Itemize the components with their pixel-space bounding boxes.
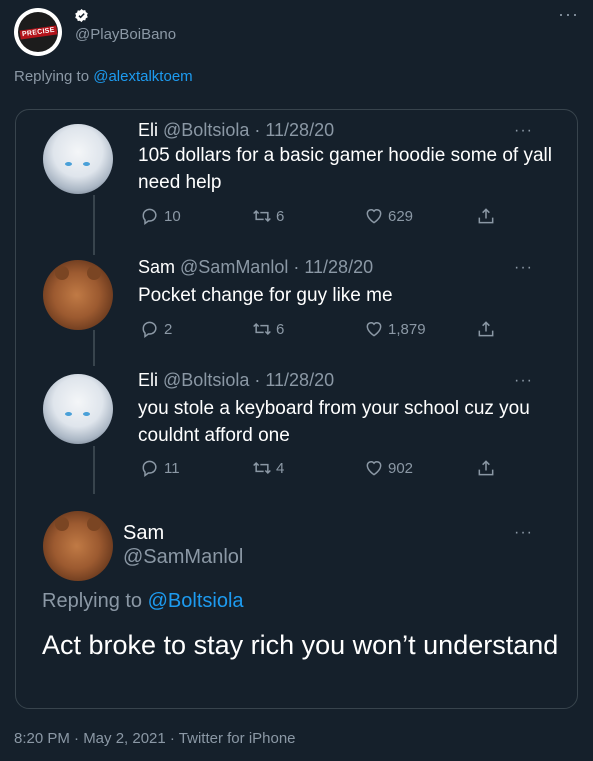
thread-connector bbox=[93, 195, 95, 255]
share-icon bbox=[478, 208, 494, 224]
share-button[interactable] bbox=[476, 458, 496, 478]
main-tweet-text: Act broke to stay rich you won’t underst… bbox=[42, 630, 559, 660]
share-icon bbox=[478, 321, 494, 337]
reply-button[interactable]: 2 bbox=[140, 319, 172, 339]
heart-icon bbox=[366, 209, 382, 224]
replying-to-link[interactable]: @alextalktoem bbox=[93, 68, 192, 85]
share-icon bbox=[478, 460, 494, 476]
display-name[interactable]: Eli bbox=[138, 120, 158, 140]
retweet-count: 6 bbox=[276, 320, 285, 338]
retweet-count: 4 bbox=[276, 459, 285, 477]
tweet-meta: Sam @SamManlol · 11/28/20 bbox=[138, 257, 373, 278]
more-options-icon[interactable]: ··· bbox=[514, 524, 533, 542]
reply-button[interactable]: 10 bbox=[140, 206, 181, 226]
tweet-text: 105 dollars for a basic gamer hoodie som… bbox=[138, 145, 553, 193]
retweet-icon bbox=[253, 322, 271, 336]
display-name[interactable]: Sam bbox=[138, 257, 175, 277]
tweet-meta: Eli @Boltsiola · 11/28/20 bbox=[138, 120, 334, 141]
handle[interactable]: @SamManlol bbox=[180, 257, 288, 277]
more-options-icon[interactable]: ··· bbox=[514, 122, 533, 140]
verified-badge-icon bbox=[75, 8, 88, 23]
reply-icon bbox=[142, 208, 157, 225]
replying-to-line: Replying to @alextalktoem bbox=[14, 68, 193, 85]
reply-count: 10 bbox=[164, 207, 181, 225]
profile-avatar[interactable]: PRECISE bbox=[14, 8, 62, 56]
avatar[interactable] bbox=[43, 374, 113, 444]
retweet-button[interactable]: 4 bbox=[252, 458, 284, 478]
avatar[interactable] bbox=[43, 260, 113, 330]
more-options-icon[interactable]: ··· bbox=[514, 372, 533, 390]
thread-connector bbox=[93, 446, 95, 494]
timestamp[interactable]: · 11/28/20 bbox=[254, 120, 334, 140]
replying-to-line: Replying to @Boltsiola bbox=[42, 590, 244, 613]
thread-connector bbox=[93, 330, 95, 366]
like-count: 902 bbox=[388, 459, 414, 477]
tweet-actions: 2 6 1,879 bbox=[140, 319, 500, 343]
replying-to-link[interactable]: @Boltsiola bbox=[148, 590, 244, 612]
retweet-button[interactable]: 6 bbox=[252, 206, 284, 226]
tweet-meta: Eli @Boltsiola · 11/28/20 bbox=[138, 370, 334, 391]
tweet-actions: 10 6 629 bbox=[140, 206, 500, 230]
author-handle[interactable]: @PlayBoiBano bbox=[75, 26, 176, 43]
like-button[interactable]: 902 bbox=[364, 458, 413, 478]
retweet-button[interactable]: 6 bbox=[252, 319, 284, 339]
more-options-icon[interactable]: ··· bbox=[558, 4, 579, 25]
logo-text: PRECISE bbox=[19, 24, 57, 40]
tweet-actions: 11 4 902 bbox=[140, 458, 500, 482]
reply-count: 11 bbox=[164, 459, 180, 477]
retweet-icon bbox=[253, 461, 271, 475]
display-name[interactable]: Sam bbox=[123, 522, 164, 545]
replying-prefix: Replying to bbox=[14, 68, 94, 85]
like-count: 629 bbox=[388, 207, 414, 225]
share-button[interactable] bbox=[476, 319, 496, 339]
like-button[interactable]: 629 bbox=[364, 206, 413, 226]
heart-icon bbox=[366, 461, 382, 476]
precise-logo: PRECISE bbox=[18, 12, 58, 52]
like-count: 1,879 bbox=[388, 320, 426, 338]
handle[interactable]: @Boltsiola bbox=[163, 120, 249, 140]
retweet-count: 6 bbox=[276, 207, 285, 225]
like-button[interactable]: 1,879 bbox=[364, 319, 426, 339]
share-button[interactable] bbox=[476, 206, 496, 226]
avatar[interactable] bbox=[43, 124, 113, 194]
timestamp[interactable]: · 11/28/20 bbox=[293, 257, 373, 277]
reply-count: 2 bbox=[164, 320, 173, 338]
replying-prefix: Replying to bbox=[42, 590, 148, 612]
tweet-text: you stole a keyboard from your school cu… bbox=[138, 398, 530, 446]
reply-button[interactable]: 11 bbox=[140, 458, 180, 478]
avatar[interactable] bbox=[43, 511, 113, 581]
retweet-icon bbox=[253, 209, 271, 223]
reply-icon bbox=[142, 321, 157, 338]
handle[interactable]: @Boltsiola bbox=[163, 370, 249, 390]
tweet-timestamp[interactable]: 8:20 PM · May 2, 2021 · Twitter for iPho… bbox=[14, 730, 296, 747]
display-name[interactable]: Eli bbox=[138, 370, 158, 390]
timestamp[interactable]: · 11/28/20 bbox=[254, 370, 334, 390]
tweet-text: Pocket change for guy like me bbox=[138, 285, 393, 306]
reply-icon bbox=[142, 460, 157, 477]
more-options-icon[interactable]: ··· bbox=[514, 259, 533, 277]
handle[interactable]: @SamManlol bbox=[123, 546, 243, 569]
screenshot-card: Eli @Boltsiola · 11/28/20 ··· 105 dollar… bbox=[15, 109, 578, 709]
heart-icon bbox=[366, 322, 382, 337]
